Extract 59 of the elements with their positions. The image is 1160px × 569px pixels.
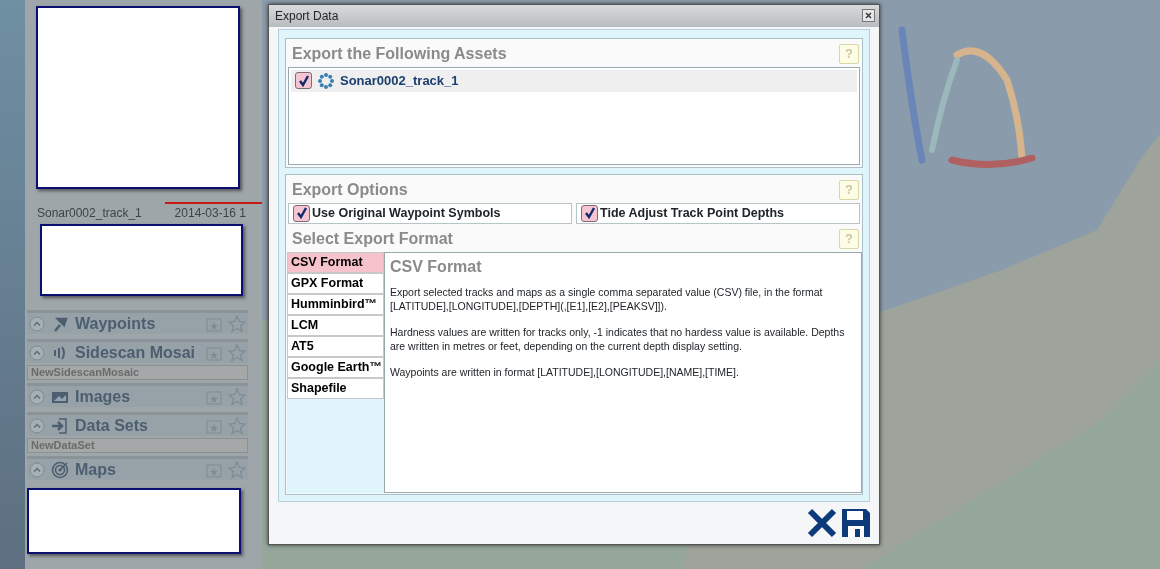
section-header[interactable]: Sidescan Mosai [27,339,248,363]
close-icon [807,508,837,538]
section-header[interactable]: Maps [27,456,248,480]
window-title: Export Data [275,7,339,25]
track-date: 2014-03-16 1 [174,205,246,220]
close-button[interactable] [862,9,875,23]
section-title: Sidescan Mosai [75,342,197,363]
collapse-icon[interactable] [29,461,45,478]
section-header[interactable]: Waypoints [27,310,248,334]
star-icon[interactable] [228,416,246,435]
option-row[interactable]: Tide Adjust Track Point Depths [576,202,860,224]
save-button[interactable] [841,508,871,538]
section-title: Data Sets [75,415,149,436]
import-icon [51,416,69,435]
section-heading: Export Options [292,179,408,200]
target-icon [51,460,69,479]
section-header[interactable]: Data Sets [27,412,248,436]
section-title: Images [75,386,132,407]
description-text: Waypoints are written in format [LATITUDE],[LONGITUDE],[NAME],[TIME]. [390,366,740,380]
star-icon[interactable] [228,314,246,333]
format-tab[interactable]: AT5 [287,335,384,357]
check-icon [295,207,308,220]
checkbox[interactable] [293,204,310,222]
asset-name: Sonar0002_track_1 [340,72,459,91]
section-title: Waypoints [75,313,157,334]
cancel-button[interactable] [807,508,837,538]
format-tab[interactable]: Shapefile [287,377,384,399]
format-tab[interactable]: CSV Format [287,251,384,273]
description-text: Hardness values are written for tracks only, -1 indicates that no hardess value is available. Depths are written in metres or feet, depending on the current depth display setting. [390,326,846,354]
sub-item[interactable]: NewDataSet [27,438,248,453]
track-icon [318,72,334,89]
format-tab[interactable]: Humminbird™ [287,293,384,315]
format-tab[interactable]: LCM [287,314,384,336]
option-label: Use Original Waypoint Symbols [312,205,501,223]
star-icon[interactable] [228,387,246,406]
details-title: CSV Format [390,256,483,277]
section-header[interactable]: Images [27,383,248,407]
format-tab[interactable]: Google Earth™ [287,356,384,378]
description-text: Export selected tracks and maps as a single comma separated value (CSV) file, in the format [LATITUDE],[LONGITUDE],[DEPTH](,[E1],[E2],[PEAKSV]]). [390,286,824,314]
option-row[interactable]: Use Original Waypoint Symbols [288,202,572,224]
section-title: Maps [75,459,117,480]
save-icon [841,508,871,538]
star-icon[interactable] [228,343,246,362]
check-icon [297,74,310,87]
check-icon [583,207,596,220]
format-tab[interactable]: GPX Format [287,272,384,294]
collapse-icon[interactable] [29,315,45,332]
collapse-icon[interactable] [29,388,45,405]
star-icon[interactable] [228,460,246,479]
collapse-icon[interactable] [29,417,45,434]
close-icon [862,9,875,23]
checkbox[interactable] [581,204,598,222]
track-name[interactable]: Sonar0002_track_1 [37,204,142,220]
checkbox[interactable] [295,72,312,90]
section-heading: Select Export Format [292,228,453,249]
section-heading: Export the Following Assets [292,43,507,64]
sub-item[interactable]: NewSidescanMosaic [27,365,248,380]
option-label: Tide Adjust Track Point Depths [600,205,785,223]
collapse-icon[interactable] [29,344,45,361]
